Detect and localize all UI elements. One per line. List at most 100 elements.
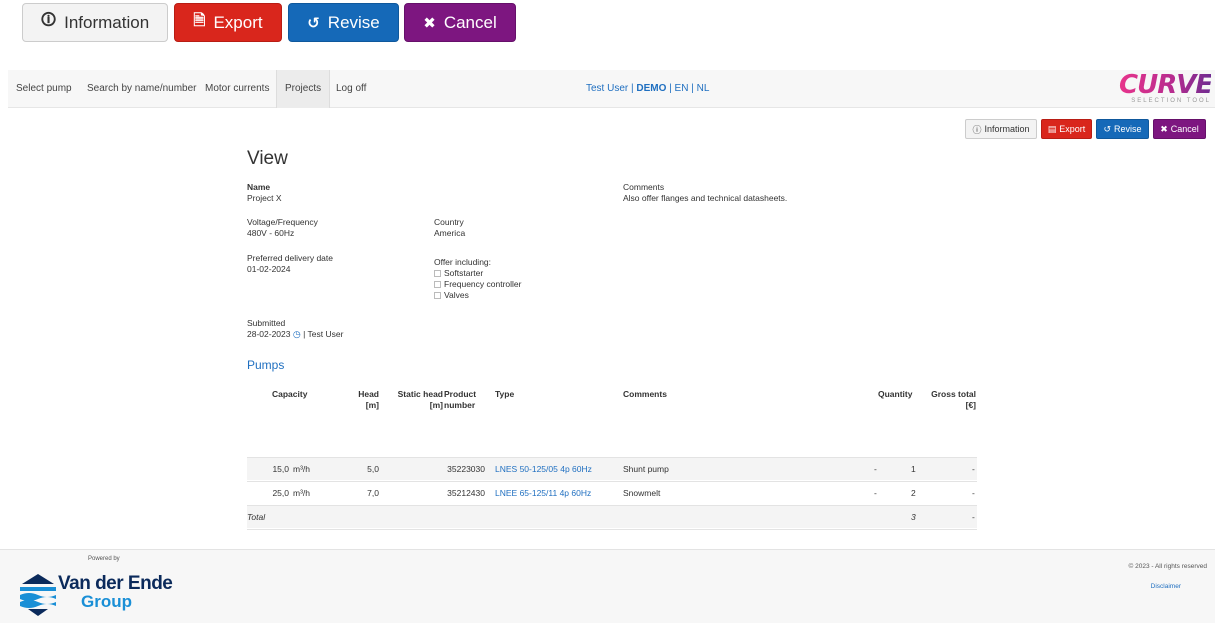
nav-select-pump[interactable]: Select pump [8,70,80,108]
disclaimer-link[interactable]: Disclaimer [1151,583,1181,590]
row-comment: Snowmelt [623,488,661,498]
col-static-line1: Static head [397,389,443,399]
col-gross-total: Gross total [€] [925,389,976,411]
cancel-button[interactable]: ✖ Cancel [404,3,516,42]
nav-search-by-name[interactable]: Search by name/number [79,70,205,108]
col-gross-line2: [€] [965,400,976,410]
small-information-label: Information [984,124,1030,134]
pdf-icon: ▤ [1047,123,1057,134]
row-comment: Shunt pump [623,464,669,474]
information-label: Information [64,12,150,32]
navbar: Select pump Search by name/number Motor … [8,70,1215,108]
small-export-label: Export [1059,124,1086,134]
small-toolbar: ⓘ Information ▤ Export ↺ Revise ✖ Cancel [965,119,1206,139]
info-icon: ⓘ [972,124,982,135]
col-type: Type [495,389,515,399]
top-toolbar: 🛈 Information 🗎 Export ↺ Revise ✖ Cancel [0,0,1215,48]
comments-field: Comments Also offer flanges and technica… [623,182,787,204]
lang-en-link[interactable]: EN [675,83,689,94]
name-field: Name Project X [247,182,282,204]
product-number: 35212430 [447,488,485,498]
user-language-line: Test User | DEMO | EN | NL [586,83,710,94]
lang-nl-link[interactable]: NL [697,83,710,94]
col-static-head: Static head [m] [392,389,443,411]
curves-logo[interactable]: CURVES SELECTION TOOL [1119,70,1215,106]
col-product-line2: number [444,400,476,410]
frequency-controller-label: Frequency controller [444,279,522,289]
row-dash: - [874,464,877,474]
col-quantity: Quantity [878,389,913,399]
table-bottom-border [247,529,977,530]
voltage-label: Voltage/Frequency [247,217,318,227]
delivery-field: Preferred delivery date 01-02-2024 [247,253,333,275]
voltage-value: 480V - 60Hz [247,228,295,238]
offer-field: Offer including: Softstarter Frequency c… [434,257,521,301]
pdf-icon: 🗎 [193,12,206,29]
frequency-controller-checkbox[interactable] [434,281,441,288]
valves-checkbox[interactable] [434,292,441,299]
logo-subtitle: SELECTION TOOL [1131,98,1211,104]
comments-label: Comments [623,182,665,192]
user-name[interactable]: Test User [586,83,628,94]
name-label: Name [247,182,271,192]
head-value: 7,0 [367,488,379,498]
offer-option: Valves [434,290,521,301]
voltage-field: Voltage/Frequency 480V - 60Hz [247,217,318,239]
small-export-button[interactable]: ▤ Export [1041,119,1092,139]
row-dash: - [874,488,877,498]
row-quantity: 1 [911,464,916,474]
submitted-field: Submitted 28-02-2023 ◷ | Test User [247,318,343,340]
pumps-heading: Pumps [247,358,285,372]
pump-type-link[interactable]: LNEE 65-125/11 4p 60Hz [495,482,591,505]
history-icon: ↺ [307,14,320,32]
brand-group: Group [81,592,132,611]
clock-icon[interactable]: ◷ [293,329,301,339]
offer-option: Frequency controller [434,279,521,290]
small-cancel-label: Cancel [1170,124,1199,134]
nav-log-off[interactable]: Log off [328,70,374,108]
footer: Powered by Van der Ende Group © 2023 - A… [0,549,1215,623]
valves-label: Valves [444,290,469,300]
information-button[interactable]: 🛈 Information [22,3,168,42]
small-cancel-button[interactable]: ✖ Cancel [1153,119,1206,139]
col-comments: Comments [623,389,667,399]
history-icon: ↺ [1103,123,1112,134]
close-icon: ✖ [423,14,436,32]
softstarter-label: Softstarter [444,268,484,278]
country-value: America [434,228,466,238]
nav-projects[interactable]: Projects [276,70,331,108]
info-icon: 🛈 [40,12,57,29]
copyright-text: © 2023 - All rights reserved [1128,563,1208,570]
cancel-label: Cancel [443,12,497,32]
table-row: 25,0 m³/h 7,0 35212430 LNEE 65-125/11 4p… [247,481,977,504]
nav-motor-currents[interactable]: Motor currents [197,70,277,108]
revise-label: Revise [327,12,380,32]
product-number: 35223030 [447,464,485,474]
col-static-line2: [m] [429,400,443,410]
name-value: Project X [247,193,282,203]
delivery-label: Preferred delivery date [247,253,333,263]
close-icon: ✖ [1160,123,1168,134]
small-revise-button[interactable]: ↺ Revise [1096,119,1149,139]
van-der-ende-logo[interactable]: Van der Ende Group [18,570,198,620]
softstarter-checkbox[interactable] [434,270,441,277]
small-revise-label: Revise [1114,124,1142,134]
row-gross: - [972,488,975,498]
offer-label: Offer including: [434,257,492,267]
brand-name: Van der Ende [58,573,173,594]
country-label: Country [434,217,464,227]
col-head-line1: Head [358,389,379,399]
col-product-line1: Product [444,389,477,399]
van-der-ende-mark-icon [20,574,56,616]
page-title: View [247,148,288,169]
row-quantity: 2 [911,488,916,498]
export-button[interactable]: 🗎 Export [174,3,282,42]
capacity-unit: m³/h [293,488,310,498]
pump-type-link[interactable]: LNES 50-125/05 4p 60Hz [495,458,592,481]
small-information-button[interactable]: ⓘ Information [965,119,1037,139]
logo-word: CURVES [1119,70,1215,100]
revise-button[interactable]: ↺ Revise [288,3,399,42]
demo-label: DEMO [636,83,667,94]
total-label: Total [247,512,266,522]
submitted-date: 28-02-2023 [247,329,291,339]
